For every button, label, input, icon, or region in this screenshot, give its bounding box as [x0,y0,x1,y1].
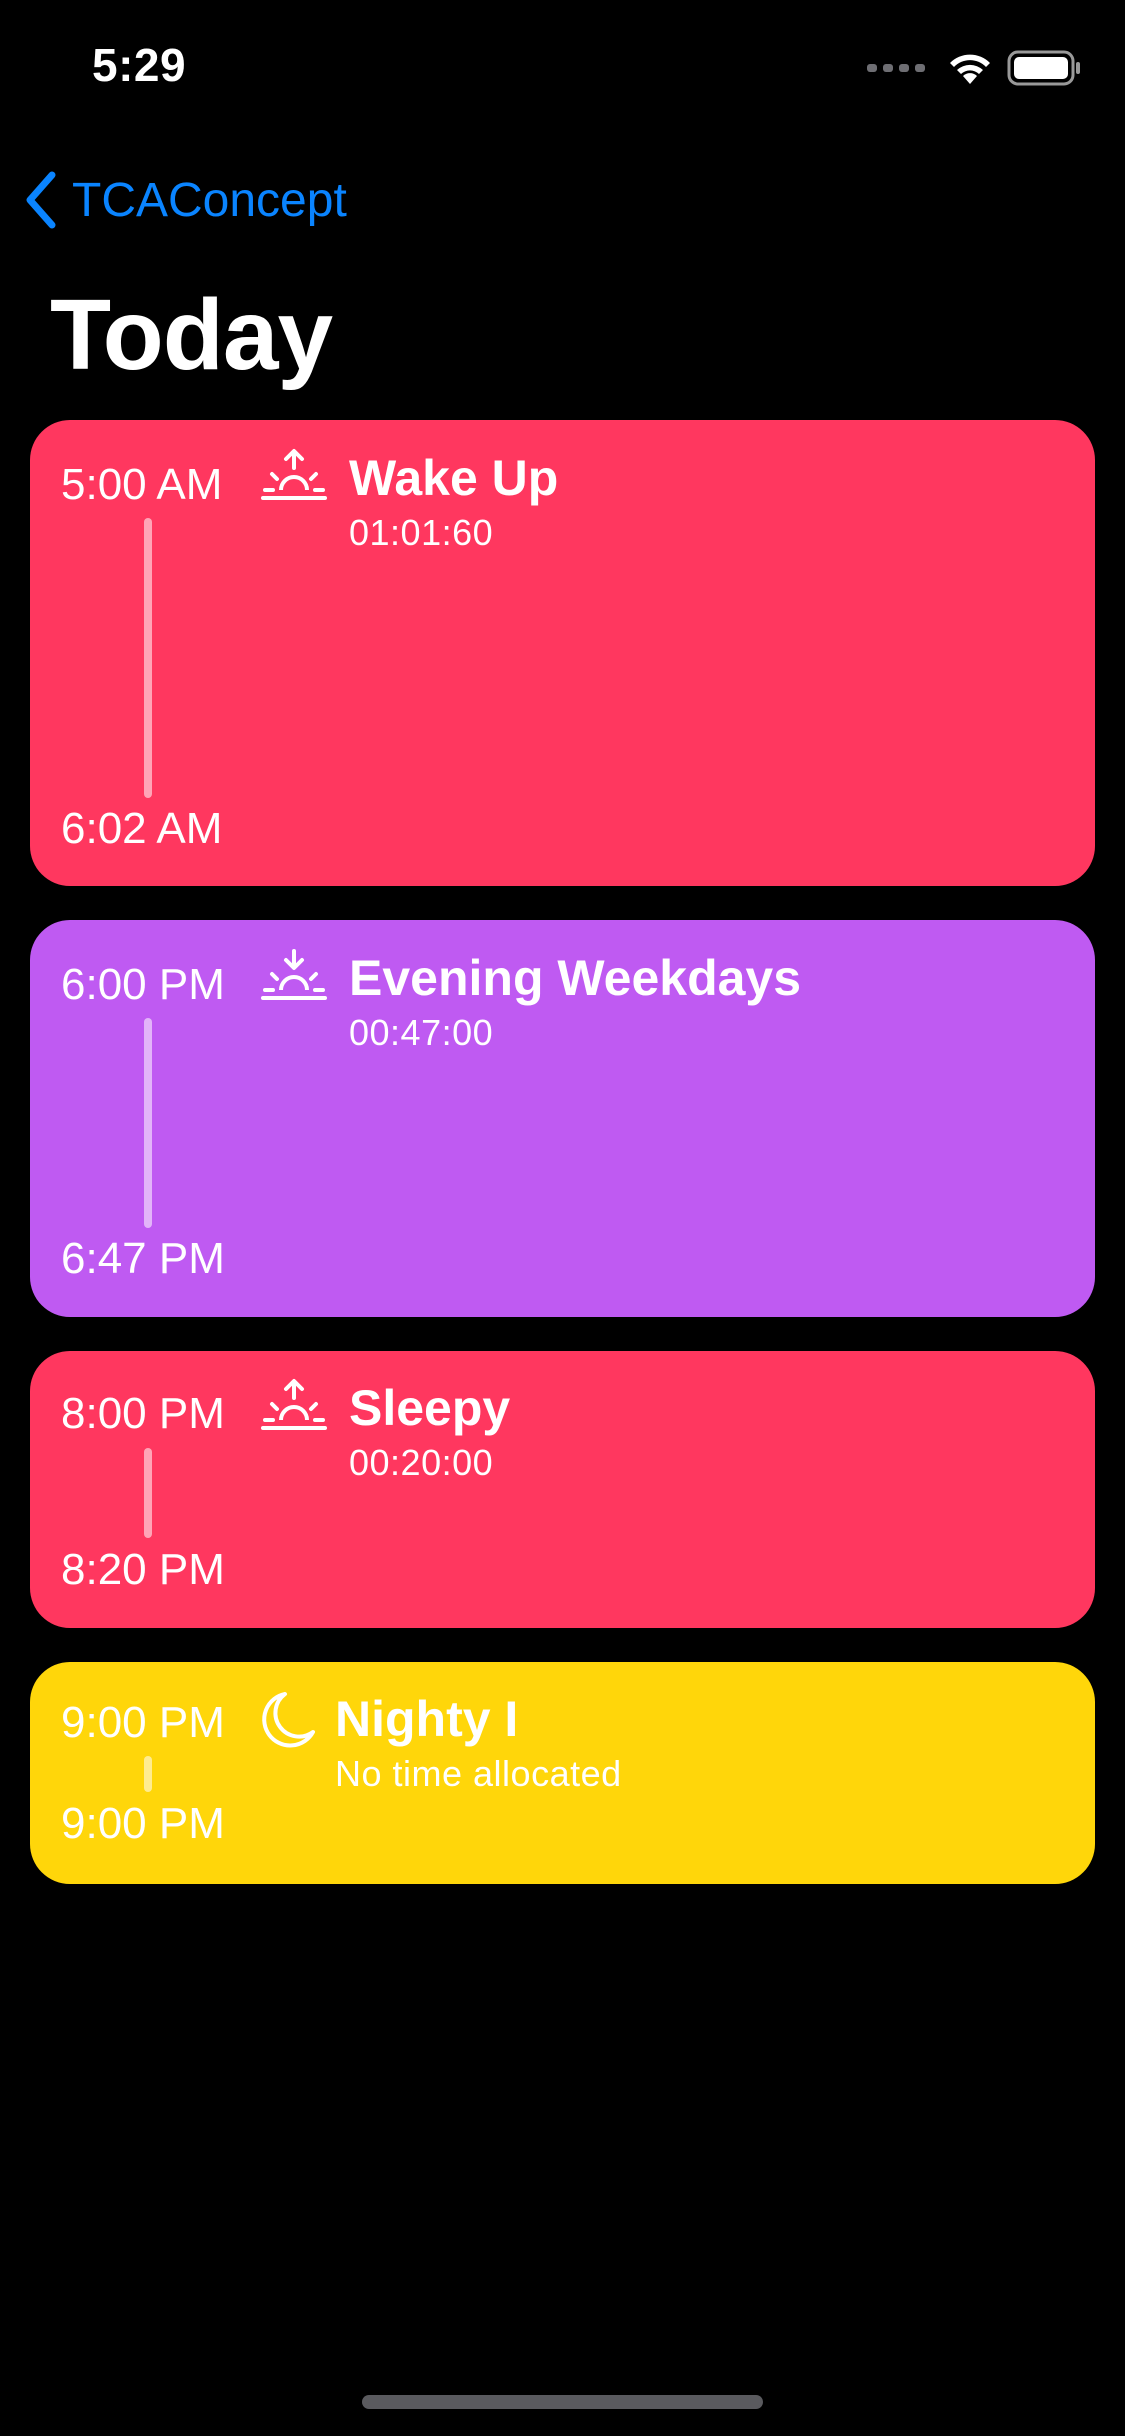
moon-icon [262,1692,315,1748]
routine-title: Nighty I [335,1691,519,1747]
routine-card-sleepy[interactable]: 8:00 PM 8:20 PM Sleepy 00:20:00 [30,1351,1095,1628]
back-button-label: TCAConcept [72,173,347,227]
page-title: Today [50,279,333,391]
wifi-icon [950,54,990,84]
routine-start-time: 6:00 PM [61,960,225,1009]
home-indicator[interactable] [362,2395,763,2409]
routine-start-time: 5:00 AM [61,460,223,509]
chevron-left-icon [26,171,56,229]
routine-end-time: 6:47 PM [61,1234,225,1283]
routine-timeline-bar [144,518,152,798]
routine-end-time: 6:02 AM [61,804,223,853]
status-bar: 5:29 [0,0,1125,140]
sunrise-icon [261,1379,327,1430]
routine-title: Sleepy [349,1380,511,1436]
routine-start-time: 8:00 PM [61,1389,225,1438]
routine-duration: 01:01:60 [349,512,494,553]
status-icons [867,48,1083,88]
routine-duration: 00:47:00 [349,1012,494,1053]
routine-title: Evening Weekdays [349,950,802,1006]
battery-icon [1007,50,1080,86]
routine-card-nighty-i[interactable]: 9:00 PM 9:00 PM Nighty I No time allocat… [30,1662,1095,1884]
routine-card-wake-up[interactable]: 5:00 AM 6:02 AM Wake Up 01:01:60 [30,420,1095,886]
routine-start-time: 9:00 PM [61,1698,225,1747]
routine-end-time: 9:00 PM [61,1799,225,1848]
routine-card-evening-weekdays[interactable]: 6:00 PM 6:47 PM Evening Weekdays 00:47:0… [30,920,1095,1317]
status-time: 5:29 [92,39,187,91]
cellular-signal-icon [867,64,925,72]
sunrise-icon [261,449,327,500]
sunset-icon [261,949,327,1000]
back-button[interactable]: TCAConcept [24,165,347,235]
routine-title: Wake Up [349,450,559,506]
routine-duration: 00:20:00 [349,1442,494,1483]
routine-timeline-bar [144,1018,152,1228]
routine-duration: No time allocated [335,1753,622,1794]
routine-end-time: 8:20 PM [61,1545,225,1594]
routine-timeline-bar [144,1756,152,1792]
routine-timeline-bar [144,1448,152,1538]
